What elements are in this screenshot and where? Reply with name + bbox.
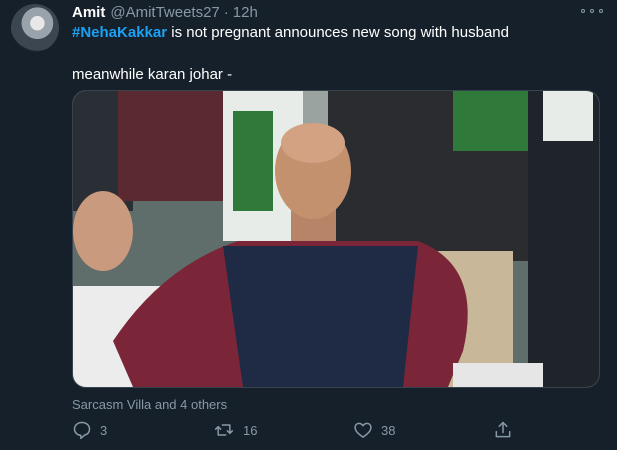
reply-icon <box>73 421 91 440</box>
retweet-count: 16 <box>243 422 258 438</box>
tweet-timestamp[interactable]: 12h <box>233 4 258 21</box>
hashtag-link[interactable]: #NehaKakkar <box>72 24 167 41</box>
separator-dot: · <box>223 3 229 21</box>
reply-count: 3 <box>100 422 108 438</box>
author-name[interactable]: Amit <box>72 4 105 21</box>
reply-button[interactable]: 3 <box>72 420 107 440</box>
retweet-icon <box>214 424 234 436</box>
tweet-text-line2: meanwhile karan johar - <box>72 66 233 83</box>
tweet-header: Amit @AmitTweets27 · 12h <box>72 2 617 22</box>
heart-icon <box>354 422 372 438</box>
tweet-actions: 3 16 38 <box>72 420 617 448</box>
tweet-image[interactable] <box>72 90 600 388</box>
author-handle[interactable]: @AmitTweets27 <box>110 4 219 21</box>
share-button[interactable] <box>493 420 513 440</box>
like-button[interactable]: 38 <box>353 420 395 440</box>
tweet-text: is not pregnant announces new song with … <box>167 24 509 41</box>
share-icon <box>495 421 511 438</box>
like-count: 38 <box>381 422 396 438</box>
retweet-button[interactable]: 16 <box>213 420 257 440</box>
more-dots-icon[interactable] <box>581 4 603 18</box>
tweet-text-line1: #NehaKakkar is not pregnant announces ne… <box>72 24 509 41</box>
avatar[interactable] <box>11 4 59 52</box>
liked-by-text[interactable]: Sarcasm Villa and 4 others <box>72 397 227 412</box>
meme-photo <box>73 91 599 387</box>
